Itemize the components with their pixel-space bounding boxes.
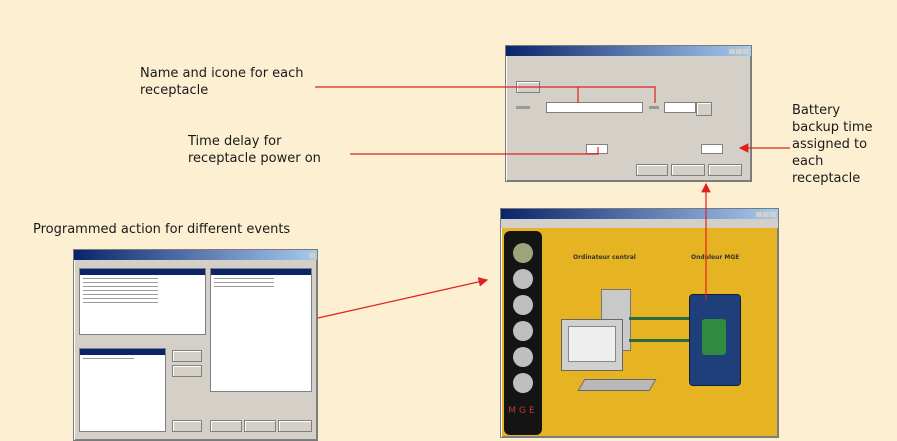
programmed-action-arrow [317,277,489,319]
time-delay-leader-line [350,147,599,155]
annotation-arrows [315,86,790,319]
name-icon-leader-line [315,86,579,103]
icon-leader-line [578,86,656,103]
